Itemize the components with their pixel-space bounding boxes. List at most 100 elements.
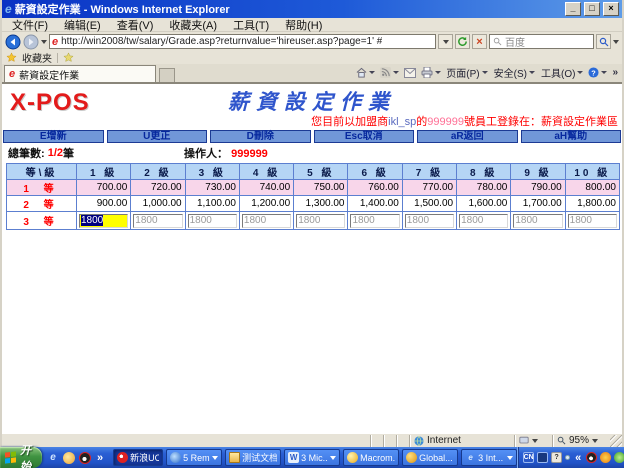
operator-label: 操作人： (184, 148, 228, 160)
favorites-star-icon[interactable] (6, 52, 17, 63)
menu-item[interactable]: 工具(T) (225, 17, 277, 33)
url-text: http://win2008/tw/salary/Grade.asp?retur… (61, 36, 382, 47)
chevron-down-icon (529, 71, 535, 74)
navigation-bar: e http://win2008/tw/salary/Grade.asp?ret… (2, 32, 622, 51)
task-button[interactable]: 新浪UC (113, 449, 163, 466)
menu-item[interactable]: 查看(V) (109, 17, 162, 33)
page-favicon-icon: e (52, 36, 58, 48)
task-group-dropdown-icon[interactable] (330, 456, 336, 460)
quicklaunch-ie-icon[interactable]: e (47, 452, 59, 464)
salary-input[interactable]: 1800 (568, 214, 617, 228)
favorites-label[interactable]: 收藏夹 (22, 50, 52, 65)
salary-input[interactable]: 1800 (350, 214, 399, 228)
tray-orange-icon[interactable] (600, 452, 611, 463)
task-group-dropdown-icon[interactable] (212, 456, 218, 460)
salary-input[interactable]: 1800 (296, 214, 345, 228)
notice-employee-number: 999999 (427, 116, 464, 128)
print-button[interactable] (421, 67, 441, 78)
notice-suffix: 號員工登錄在： (464, 116, 541, 128)
status-segment (370, 435, 383, 447)
tray-green-icon[interactable] (614, 452, 624, 463)
command-item[interactable]: 工具(O) (541, 65, 583, 80)
column-header: 5 級 (294, 164, 348, 180)
new-tab-button[interactable] (159, 68, 175, 82)
close-button[interactable]: × (603, 2, 619, 16)
salary-input[interactable]: 1800 (188, 214, 237, 228)
windows-logo-icon (5, 451, 16, 463)
action-button[interactable]: E增新 (3, 130, 104, 143)
salary-input[interactable]: 1800 (242, 214, 291, 228)
commandbar-overflow-chevron[interactable]: » (612, 67, 618, 78)
menu-item[interactable]: 文件(F) (4, 17, 56, 33)
zoom-button[interactable]: 95% (552, 435, 610, 447)
tab-title: 薪資設定作業 (19, 67, 79, 82)
refresh-button[interactable] (455, 34, 470, 49)
forward-button[interactable] (23, 34, 39, 50)
help-button[interactable]: ? (588, 67, 607, 78)
task-group-dropdown-icon[interactable] (507, 456, 513, 460)
search-box[interactable]: 百度 (489, 34, 594, 49)
command-item[interactable]: 页面(P) (446, 65, 487, 80)
salary-cell: 1800 (402, 212, 456, 230)
salary-cell: 1800 (185, 212, 239, 230)
uc-icon (117, 452, 128, 463)
salary-cell: 1800 (131, 212, 185, 230)
back-button[interactable] (5, 34, 21, 50)
task-button[interactable]: Global... (402, 449, 458, 466)
action-button[interactable]: aR返回 (417, 130, 518, 143)
search-button[interactable] (596, 34, 611, 49)
quicklaunch-qq-icon[interactable] (79, 452, 91, 464)
menu-item[interactable]: 编辑(E) (56, 17, 109, 33)
task-button[interactable]: 3 Int... (461, 449, 517, 466)
command-item[interactable]: 安全(S) (494, 65, 535, 80)
column-header: 1 級 (77, 164, 131, 180)
add-favorite-icon[interactable] (63, 52, 74, 63)
action-button[interactable]: U更正 (107, 130, 208, 143)
address-bar[interactable]: e http://win2008/tw/salary/Grade.asp?ret… (49, 34, 436, 49)
salary-input[interactable]: 1800 (513, 214, 562, 228)
salary-input[interactable]: 1800 (405, 214, 454, 228)
resize-grip[interactable] (610, 435, 622, 447)
tab-salary-settings[interactable]: e 薪資設定作業 (4, 65, 156, 82)
task-button[interactable]: 测试文档 (225, 449, 281, 466)
salary-input[interactable]: 1800 (459, 214, 508, 228)
action-button[interactable]: aH幫助 (521, 130, 622, 143)
tab-favicon-icon: e (9, 68, 15, 80)
history-dropdown-icon[interactable] (41, 40, 47, 44)
quicklaunch-overflow-chevron[interactable]: » (95, 452, 105, 464)
action-button[interactable]: Esc取消 (314, 130, 415, 143)
quicklaunch-uc-icon[interactable] (63, 452, 75, 464)
favorites-bar: 收藏夹 (2, 51, 622, 64)
salary-input[interactable]: 1800 (133, 214, 182, 228)
protected-mode-button[interactable] (514, 435, 552, 447)
tray-status-dot-icon[interactable] (565, 455, 570, 460)
status-segment (396, 435, 409, 447)
svg-text:?: ? (592, 68, 597, 77)
read-mail-button[interactable] (404, 68, 416, 78)
tray-collapse-chevron[interactable]: « (573, 452, 583, 464)
task-button[interactable]: 3 Mic... (284, 449, 340, 466)
action-button[interactable]: D刪除 (210, 130, 311, 143)
search-options-dropdown-icon[interactable] (613, 40, 619, 44)
start-button[interactable]: 开始 (0, 447, 42, 468)
language-indicator-cn[interactable]: CN (523, 452, 534, 463)
home-button[interactable] (356, 67, 375, 78)
menu-item[interactable]: 收藏夹(A) (161, 17, 225, 33)
maximize-button[interactable]: □ (584, 2, 600, 16)
feeds-button[interactable] (380, 67, 399, 78)
stop-button[interactable]: × (472, 34, 487, 49)
address-dropdown-button[interactable] (438, 34, 453, 49)
task-button[interactable]: Macrom... (343, 449, 399, 466)
qq-tray-icon[interactable] (586, 452, 597, 463)
minimize-button[interactable]: _ (565, 2, 581, 16)
salary-input[interactable]: 1800 (79, 214, 128, 228)
column-header: 2 級 (131, 164, 185, 180)
menu-item[interactable]: 帮助(H) (277, 17, 330, 33)
help-tray-icon[interactable]: ? (551, 452, 562, 463)
total-records-value: 1/2 (48, 147, 63, 159)
ime-icon[interactable] (537, 452, 548, 463)
salary-cell: 900.00 (77, 196, 131, 212)
task-button[interactable]: 5 Rem... (166, 449, 222, 466)
column-header: 6 級 (348, 164, 402, 180)
taskbar: 开始 e » 新浪UC5 Rem...测试文档3 Mic...Macrom...… (0, 447, 624, 468)
